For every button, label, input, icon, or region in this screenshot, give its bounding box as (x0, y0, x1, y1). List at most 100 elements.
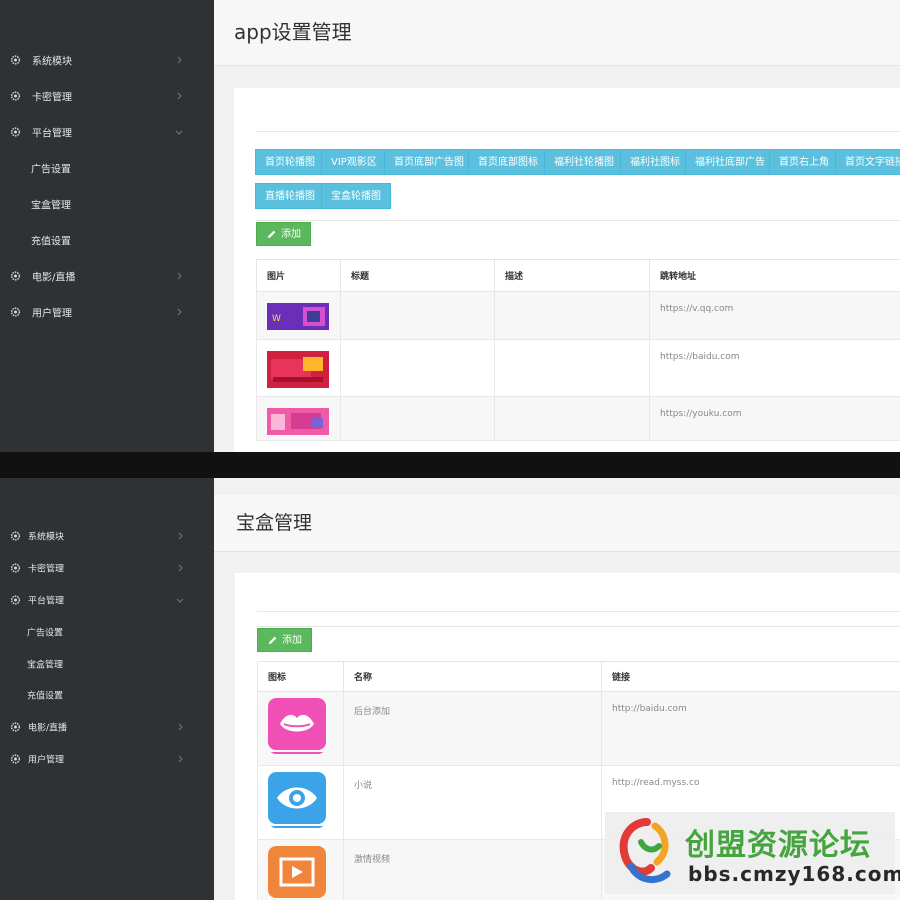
title-cell (340, 291, 495, 340)
sidebar-item-movies[interactable]: 电影/直播 (0, 258, 214, 294)
gear-icon (10, 91, 21, 101)
pencil-icon (268, 636, 277, 645)
icon-cell (257, 765, 344, 840)
sidebar-item-system[interactable]: 系统模块 (0, 518, 214, 554)
gear-icon (10, 531, 21, 541)
column-header: 图片 (256, 259, 341, 292)
sidebar-item-label: 平台管理 (32, 128, 72, 140)
add-button-label: 添加 (282, 635, 302, 646)
image-cell (256, 339, 341, 397)
chevron-right-icon (178, 755, 183, 763)
url-cell: https://youku.com (649, 396, 900, 441)
page-title: 宝盒管理 (236, 512, 313, 534)
sidebar-item-label: 广告设置 (27, 628, 64, 639)
chevron-down-icon (175, 130, 183, 135)
table-row[interactable]: 后台添加 http://baidu.com (257, 691, 900, 766)
watermark-title: 创盟资源论坛 (685, 828, 871, 863)
chevron-down-icon (176, 598, 184, 603)
table-row[interactable]: W https://v.qq.com (256, 291, 900, 340)
tab-box-carousel[interactable]: 宝盒轮播图 (321, 183, 391, 209)
link-cell: http://baidu.com (601, 691, 900, 766)
sidebar-item-label: 用户管理 (32, 308, 72, 320)
sidebar-item-users[interactable]: 用户管理 (0, 741, 214, 777)
divider (256, 220, 900, 221)
sidebar-item-movies[interactable]: 电影/直播 (0, 709, 214, 745)
tab-welfare-carousel[interactable]: 福利社轮播图 (544, 149, 624, 175)
sidebar-item-label: 广告设置 (31, 164, 71, 176)
tab-welfare-icons[interactable]: 福利社图标 (620, 149, 690, 175)
sidebar-item-ads[interactable]: 广告设置 (0, 614, 214, 650)
svg-text:W: W (272, 314, 281, 324)
sidebar-item-recharge[interactable]: 充值设置 (0, 677, 214, 713)
sidebar-item-label: 充值设置 (31, 236, 71, 248)
sidebar-item-label: 电影/直播 (28, 723, 68, 734)
tab-home-carousel[interactable]: 首页轮播图 (255, 149, 325, 175)
sidebar-item-users[interactable]: 用户管理 (0, 294, 214, 330)
sidebar-item-ads[interactable]: 广告设置 (0, 150, 214, 186)
tab-home-top-right[interactable]: 首页右上角 (769, 149, 839, 175)
tab-live-carousel[interactable]: 直播轮播图 (255, 183, 325, 209)
sidebar-item-label: 电影/直播 (32, 272, 76, 284)
sidebar-item-box[interactable]: 宝盒管理 (0, 186, 214, 222)
content-card: 首页轮播图 VIP观影区 首页底部广告图 首页底部图标 福利社轮播图 福利社图标… (234, 88, 900, 452)
forum-logo (619, 818, 671, 884)
watermark: 创盟资源论坛 bbs.cmzy168.com (605, 812, 900, 894)
name-cell: 小说 (343, 765, 602, 840)
url-cell: https://v.qq.com (649, 291, 900, 340)
add-button-label: 添加 (281, 229, 301, 240)
sidebar-item-platform[interactable]: 平台管理 (0, 114, 214, 150)
tab-welfare-bottom-ad[interactable]: 福利社底部广告 (685, 149, 775, 175)
screenshot-divider (0, 452, 900, 478)
banner-thumbnail (267, 351, 329, 388)
image-cell (256, 396, 341, 441)
url-cell: https://baidu.com (649, 339, 900, 397)
ad-table: 图片 标题 描述 跳转地址 W https://v.qq.com https:/… (256, 259, 900, 441)
sidebar-item-recharge[interactable]: 充值设置 (0, 222, 214, 258)
tab-home-bottom-icons[interactable]: 首页底部图标 (468, 149, 548, 175)
page-title: app设置管理 (234, 20, 352, 44)
sidebar-item-label: 平台管理 (28, 596, 65, 607)
add-button[interactable]: 添加 (256, 222, 311, 246)
tab-vip-zone[interactable]: VIP观影区 (321, 149, 387, 175)
column-header: 名称 (343, 661, 602, 692)
eye-icon (268, 772, 326, 828)
page-header: 宝盒管理 (214, 495, 900, 552)
column-header: 图标 (257, 661, 344, 692)
sidebar-item-label: 卡密管理 (28, 564, 65, 575)
tab-home-text-link[interactable]: 首页文字链接 (835, 149, 900, 175)
pencil-icon (267, 230, 276, 239)
title-cell (340, 396, 495, 441)
gear-icon (10, 271, 21, 281)
sidebar-item-label: 宝盒管理 (27, 660, 64, 671)
table-row[interactable]: https://youku.com (256, 396, 900, 441)
table-row[interactable]: https://baidu.com (256, 339, 900, 397)
icon-cell (257, 691, 344, 766)
banner-thumbnail (267, 408, 329, 435)
chevron-right-icon (177, 272, 182, 280)
divider (257, 626, 900, 627)
divider (257, 611, 900, 612)
watermark-url: bbs.cmzy168.com (688, 862, 900, 886)
sidebar-item-cards[interactable]: 卡密管理 (0, 78, 214, 114)
divider (256, 131, 900, 132)
column-header: 描述 (494, 259, 650, 292)
sidebar: 系统模块 卡密管理 平台管理 广告设置 宝盒管理 充值设置 电影/直播 用户管理 (0, 478, 214, 900)
sidebar-item-system[interactable]: 系统模块 (0, 42, 214, 78)
sidebar-item-label: 卡密管理 (32, 92, 72, 104)
sidebar-item-label: 用户管理 (28, 755, 65, 766)
sidebar-item-cards[interactable]: 卡密管理 (0, 550, 214, 586)
film-icon (268, 846, 326, 898)
chevron-right-icon (178, 532, 183, 540)
lips-icon (268, 698, 326, 754)
sidebar-item-platform[interactable]: 平台管理 (0, 582, 214, 618)
tab-home-bottom-ad[interactable]: 首页底部广告图 (384, 149, 474, 175)
icon-cell (257, 839, 344, 900)
sidebar: 系统模块 卡密管理 平台管理 广告设置 宝盒管理 充值设置 电影/直播 用户管理 (0, 0, 214, 452)
desc-cell (494, 339, 650, 397)
banner-thumbnail: W (267, 303, 329, 330)
sidebar-item-label: 系统模块 (32, 56, 72, 68)
sidebar-item-label: 充值设置 (27, 691, 64, 702)
gear-icon (10, 307, 21, 317)
add-button[interactable]: 添加 (257, 628, 312, 652)
desc-cell (494, 291, 650, 340)
